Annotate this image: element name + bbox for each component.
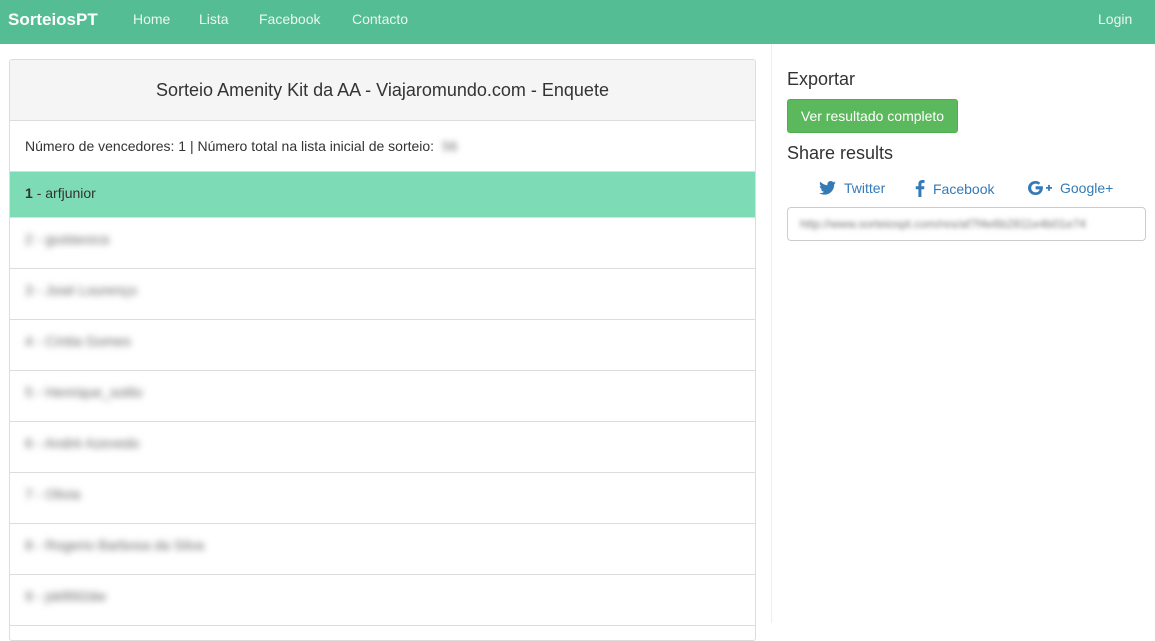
entry-number: 4 [25, 333, 33, 349]
share-url-input[interactable] [788, 208, 1145, 240]
entry-number: 2 [25, 231, 33, 247]
results-panel: Sorteio Amenity Kit da AA - Viajaromundo… [9, 59, 756, 641]
panel-title: Sorteio Amenity Kit da AA - Viajaromundo… [10, 60, 755, 121]
list-item: 3 - José Lourenço [10, 269, 755, 320]
entry-number: 8 [25, 537, 33, 553]
entry-number: 1 [25, 185, 33, 201]
list-item: 9 - jskfil92dw [10, 575, 755, 626]
google-plus-icon [1028, 181, 1052, 195]
info-count: 56 [441, 138, 458, 154]
entry-number: 7 [25, 486, 33, 502]
list-item-winner: 1 - arfjunior [10, 172, 755, 218]
list-item: 5 - Henrique_sotilo [10, 371, 755, 422]
share-title: Share results [787, 143, 894, 163]
entry-content: 3 - José Lourenço [25, 282, 138, 298]
list-item: 2 - gustavoca [10, 218, 755, 269]
nav-login[interactable]: Login [1098, 11, 1132, 27]
entry-content: 5 - Henrique_sotilo [25, 384, 143, 400]
nav-lista[interactable]: Lista [199, 11, 229, 27]
entry-content: 2 - gustavoca [25, 231, 110, 247]
share-twitter-label: Twitter [844, 180, 886, 196]
panel-info: Número de vencedores: 1 | Número total n… [10, 121, 755, 172]
entry-content: 6 - André Azevedo [25, 435, 140, 451]
entry-name: gustavoca [45, 231, 110, 247]
share-facebook-label: Facebook [933, 180, 995, 197]
share-facebook-link[interactable]: Facebook [915, 180, 994, 197]
entry-name: José Lourenço [45, 282, 138, 298]
entry-content: 4 - Cíntia Gomes [25, 333, 131, 349]
entry-content: 7 - Olivia [25, 486, 81, 502]
facebook-icon [915, 180, 925, 197]
entry-content: 8 - Rogerio Barbosa da Silva [25, 537, 205, 553]
top-navbar: SorteiosPT Home Lista Facebook Contacto … [0, 0, 1155, 44]
entry-name: Cíntia Gomes [45, 333, 131, 349]
entry-number: 3 [25, 282, 33, 298]
list-item: 8 - Rogerio Barbosa da Silva [10, 524, 755, 575]
share-google-label: Google+ [1060, 180, 1114, 196]
export-title: Exportar [787, 69, 856, 89]
entry-name: Olivia [45, 486, 81, 502]
entry-content: 9 - jskfil92dw [25, 588, 106, 604]
entry-number: 9 [25, 588, 33, 604]
twitter-icon [819, 181, 836, 195]
list-item: 7 - Olivia [10, 473, 755, 524]
column-divider [771, 44, 772, 623]
entry-number: 5 [25, 384, 33, 400]
brand-logo[interactable]: SorteiosPT [8, 10, 98, 30]
view-full-result-button[interactable]: Ver resultado completo [787, 99, 958, 133]
entry-name: arfjunior [45, 185, 96, 201]
entry-name: jskfil92dw [45, 588, 106, 604]
entry-name: Henrique_sotilo [45, 384, 143, 400]
list-item: 6 - André Azevedo [10, 422, 755, 473]
list-item: 4 - Cíntia Gomes [10, 320, 755, 371]
share-twitter-link[interactable]: Twitter [819, 180, 885, 196]
info-text: Número de vencedores: 1 | Número total n… [25, 138, 435, 154]
nav-facebook[interactable]: Facebook [259, 11, 320, 27]
winners-list: 1 - arfjunior 2 - gustavoca 3 - José Lou… [10, 172, 755, 626]
entry-separator: - [36, 185, 46, 201]
entry-number: 6 [25, 435, 33, 451]
nav-home[interactable]: Home [133, 11, 170, 27]
share-google-link[interactable]: Google+ [1028, 180, 1113, 196]
entry-name: André Azevedo [44, 435, 140, 451]
nav-contacto[interactable]: Contacto [352, 11, 408, 27]
share-url-box[interactable] [787, 207, 1146, 241]
entry-name: Rogerio Barbosa da Silva [45, 537, 205, 553]
